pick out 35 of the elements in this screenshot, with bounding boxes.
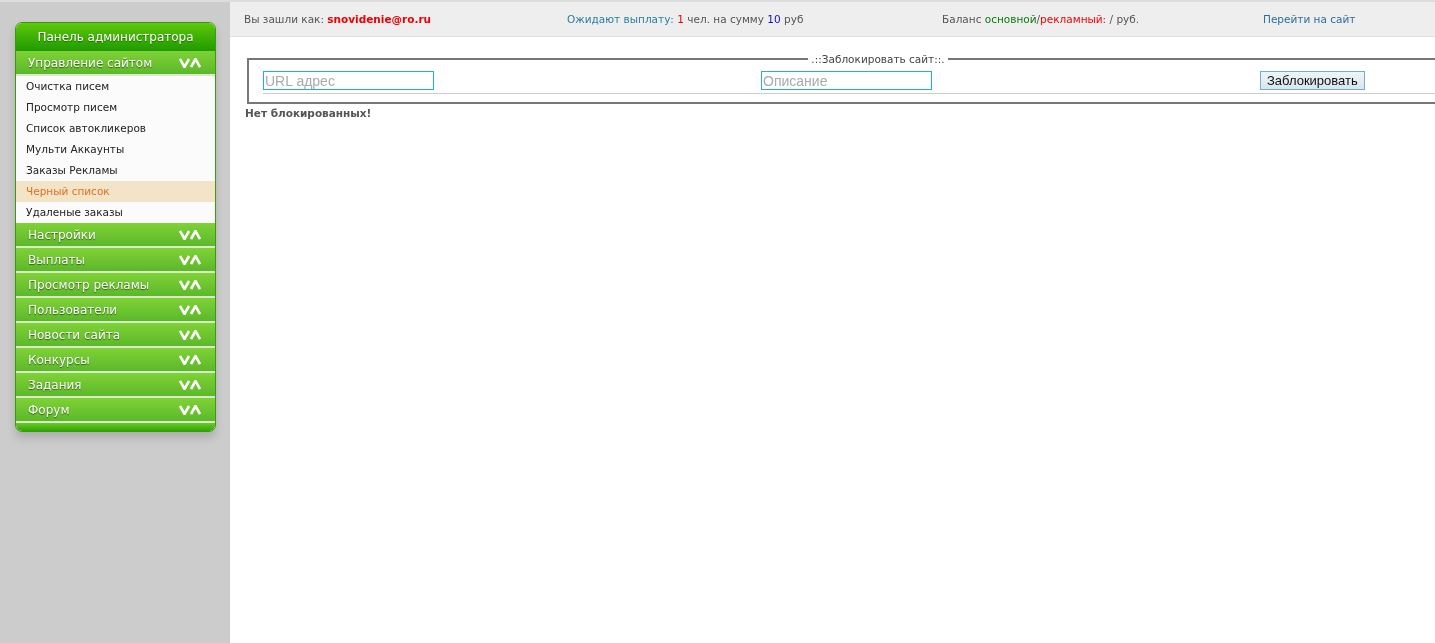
section-header[interactable]: Управление сайтом [16,51,215,76]
login-info: Вы зашли как: snovidenie@ro.ru [244,13,432,25]
chevrons-icon [179,404,201,415]
block-button[interactable]: Заблокировать [1260,71,1365,90]
panel-title: Панель администратора [16,23,215,51]
section-header[interactable]: Выплаты [16,248,215,273]
chevrons-icon [179,329,201,340]
chevrons-icon [179,354,201,365]
section-header[interactable]: Пользователи [16,298,215,323]
menu-item[interactable]: Очистка писем [16,76,215,97]
chevrons-icon [179,304,201,315]
section-header[interactable]: Просмотр рекламы [16,273,215,298]
menu-item[interactable]: Черный список [16,181,215,202]
menu-item[interactable]: Удаленые заказы [16,202,215,223]
chevrons-icon [179,379,201,390]
chevrons-icon [179,254,201,265]
section-header[interactable]: Конкурсы [16,348,215,373]
site-link[interactable]: Перейти на сайт [1263,13,1356,25]
form-legend: .::Заблокировать сайт::. [808,53,948,65]
url-input[interactable]: URL адрес [263,71,434,90]
chevrons-icon [179,229,201,240]
menu-item[interactable]: Список автокликеров [16,118,215,139]
description-input[interactable]: Описание [761,71,932,90]
section-header[interactable]: Форум [16,398,215,423]
section-header[interactable]: Настройки [16,223,215,248]
chevrons-icon [179,57,201,68]
menu-item[interactable]: Просмотр писем [16,97,215,118]
menu-item[interactable]: Мульти Аккаунты [16,139,215,160]
empty-message: Нет блокированных! [245,107,373,119]
section-header[interactable]: Задания [16,373,215,398]
menu-item[interactable]: Заказы Рекламы [16,160,215,181]
chevrons-icon [179,279,201,290]
pending-payouts: Ожидают выплату: 1 чел. на сумму 10 руб [567,13,804,25]
section-header[interactable]: Новости сайта [16,323,215,348]
balance-info: Баланс основной/рекламный: / руб. [942,13,1140,25]
